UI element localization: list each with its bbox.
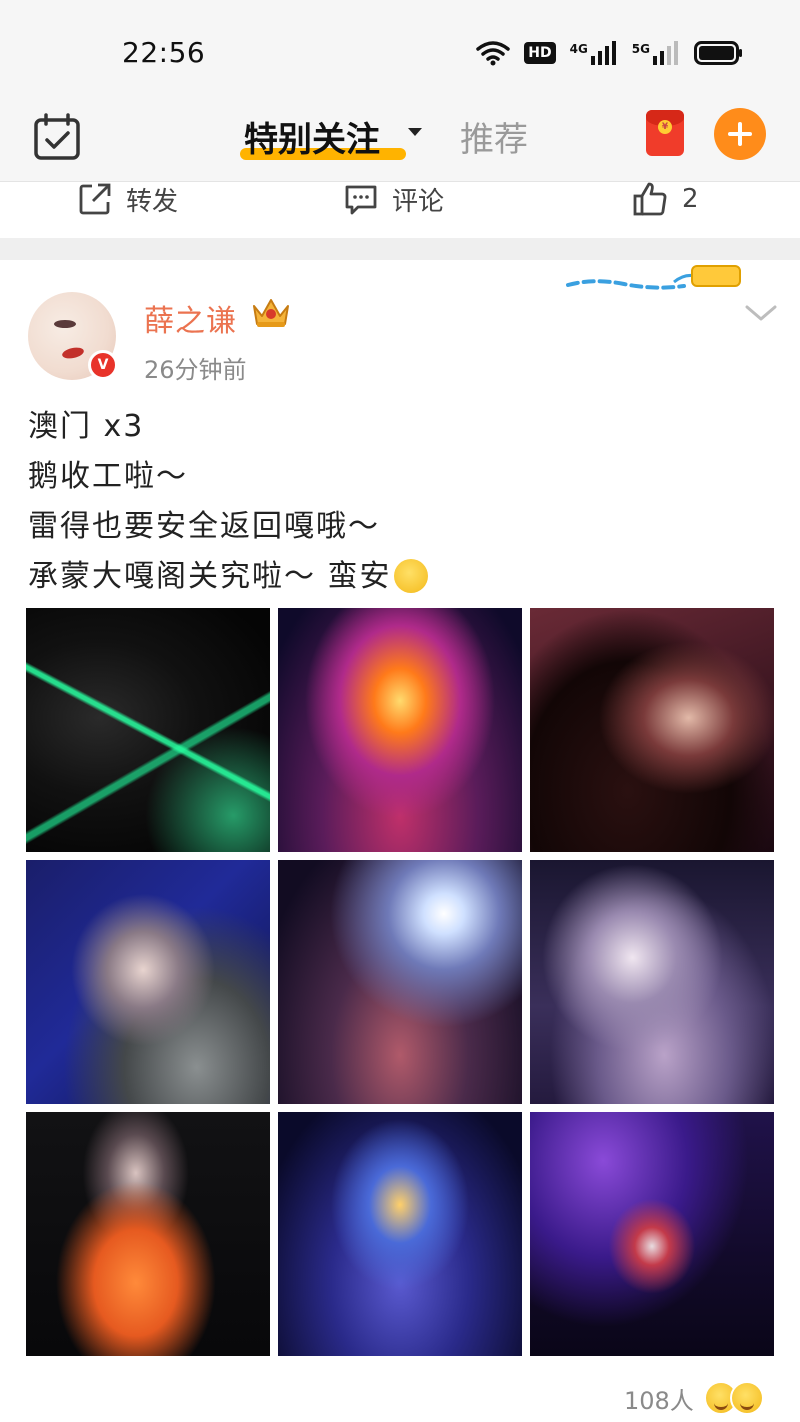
hd-icon: HD (524, 42, 556, 64)
red-packet-icon[interactable]: ¥ (646, 110, 684, 156)
battery-icon (694, 40, 744, 66)
status-time: 22:56 (122, 36, 206, 69)
concert-photo-singer-purple[interactable] (530, 860, 774, 1104)
decor-splash-icon (566, 265, 741, 290)
signal-5g-icon: 5G (632, 40, 680, 66)
tab-special-follow[interactable]: 特别关注 (244, 112, 380, 161)
plus-icon[interactable] (714, 108, 766, 160)
calendar-check-icon[interactable] (32, 112, 82, 162)
tab-recommend[interactable]: 推荐 (460, 112, 528, 161)
comment-icon (345, 185, 377, 215)
concert-photo-green-lasers[interactable] (26, 608, 270, 852)
verified-badge: V (88, 350, 118, 380)
repost-button[interactable]: 转发 (78, 182, 179, 217)
post-text: 澳门 x3 鹅收工啦～ 雷得也要安全返回嘎哦～ 承蒙大嘎阁关究啦～ 蛮安 (28, 402, 768, 602)
repost-icon (79, 183, 111, 215)
like-button[interactable]: 2 (632, 182, 699, 216)
grin-emoji-icon (729, 1381, 764, 1415)
reaction-count: 108人 (624, 1386, 694, 1415)
thumbs-up-icon (633, 182, 667, 216)
signal-4g-label: 4G (569, 42, 588, 56)
concert-photo-stage-crowd[interactable] (278, 608, 522, 852)
thinking-emoji-icon (393, 558, 428, 593)
concert-photo-guitar-stage[interactable] (530, 1112, 774, 1356)
feed-divider (0, 238, 800, 260)
signal-5g-label: 5G (631, 42, 650, 56)
concert-photo-orange-outfit[interactable] (26, 1112, 270, 1356)
status-icons: HD 4G 5G (476, 36, 744, 70)
post-timestamp: 26分钟前 (144, 356, 247, 384)
tab-dropdown-caret-icon[interactable] (408, 128, 422, 136)
repost-label: 转发 (126, 186, 179, 217)
prev-post-action-bar: 转发 评论 2 (0, 182, 800, 238)
concert-photo-singer-smile[interactable] (26, 860, 270, 1104)
concert-photo-spotlight-crowd[interactable] (278, 860, 522, 1104)
crown-icon[interactable] (250, 294, 292, 330)
weibo-post: V 薛之谦 26分钟前 澳门 x3 鹅收工啦～ 雷得也要安全返回嘎哦～ 承蒙大嘎… (0, 260, 800, 1422)
chevron-down-icon[interactable] (744, 302, 778, 324)
like-count: 2 (682, 184, 699, 214)
comment-label: 评论 (392, 186, 445, 217)
concert-photo-singer-mic[interactable] (530, 608, 774, 852)
username[interactable]: 薛之谦 (144, 296, 237, 340)
signal-4g-icon: 4G (570, 40, 618, 66)
concert-photo-arena-wide[interactable] (278, 1112, 522, 1356)
post-line: 澳门 x3 (28, 409, 145, 444)
post-line: 鹅收工啦～ (28, 459, 188, 494)
reactions-summary[interactable]: 108人 (624, 1380, 764, 1416)
status-bar: 22:56 HD 4G 5G (0, 0, 800, 100)
comment-button[interactable]: 评论 (344, 182, 445, 217)
post-line: 雷得也要安全返回嘎哦～ (28, 509, 380, 544)
post-line-with-emoji: 承蒙大嘎阁关究啦～ 蛮安 (28, 552, 768, 602)
post-line: 承蒙大嘎阁关究啦～ 蛮安 (28, 559, 392, 594)
top-nav: 特别关注 推荐 ¥ (0, 100, 800, 182)
wifi-icon (476, 40, 510, 66)
